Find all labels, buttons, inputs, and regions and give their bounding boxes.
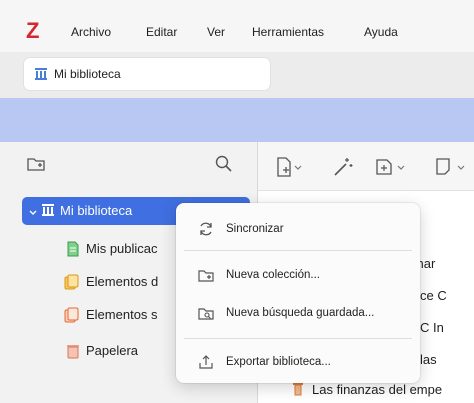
banner-band: [0, 98, 474, 142]
trash-icon: [66, 343, 80, 365]
app-logo: Z: [26, 18, 40, 43]
menu-item-label: Sincronizar: [226, 223, 284, 235]
menu-editar[interactable]: Editar: [146, 25, 177, 39]
my-publications-icon: [66, 241, 80, 263]
tab-label: Mi biblioteca: [54, 67, 121, 81]
menu-item-exportar-biblioteca[interactable]: Exportar biblioteca...: [182, 347, 414, 377]
unfiled-items-icon: [64, 307, 80, 329]
tab-mi-biblioteca[interactable]: Mi biblioteca: [24, 58, 270, 90]
library-icon: [41, 203, 55, 222]
saved-search-icon: [198, 305, 214, 326]
menu-herramientas[interactable]: Herramientas: [252, 25, 324, 39]
menu-separator: [184, 250, 412, 251]
menu-item-label: Nueva búsqueda guardada...: [226, 307, 375, 319]
new-collection-icon: [198, 267, 214, 288]
new-item-icon[interactable]: [276, 156, 304, 178]
menu-item-nueva-coleccion[interactable]: Nueva colección...: [182, 260, 414, 290]
tree-item-label: Elementos d: [86, 274, 159, 289]
item-title: Las finanzas del empe: [312, 382, 443, 397]
item-title-fragment: ce C: [420, 288, 447, 303]
tree-item-label: Mi biblioteca: [60, 203, 133, 218]
context-menu: Sincronizar Nueva colección... Nueva bús…: [176, 203, 420, 383]
tab-bar: Mi biblioteca: [0, 52, 474, 98]
menu-item-label: Nueva colección...: [226, 269, 320, 281]
menu-archivo[interactable]: Archivo: [71, 25, 111, 39]
menubar: Z Archivo Editar Ver Herramientas Ayuda: [0, 0, 474, 52]
app-window: Z Archivo Editar Ver Herramientas Ayuda …: [0, 0, 474, 403]
duplicate-items-icon: [64, 274, 80, 296]
new-note-icon[interactable]: [374, 156, 408, 178]
new-collection-icon[interactable]: [26, 154, 46, 174]
item-title-fragment: C In: [420, 320, 444, 335]
tree-item-label: Mis publicac: [86, 241, 158, 256]
menu-separator: [184, 338, 412, 339]
tree-item-label: Papelera: [86, 343, 139, 358]
menu-item-sincronizar[interactable]: Sincronizar: [182, 214, 414, 244]
attachment-icon[interactable]: [434, 156, 474, 178]
sync-icon: [198, 221, 214, 242]
items-toolbar: [258, 142, 474, 191]
menu-item-nueva-busqueda-guardada[interactable]: Nueva búsqueda guardada...: [182, 298, 414, 328]
chevron-down-icon[interactable]: [28, 205, 38, 223]
library-icon: [34, 67, 48, 86]
menu-ver[interactable]: Ver: [207, 25, 225, 39]
book-icon: [292, 382, 304, 402]
magic-wand-icon[interactable]: [332, 156, 354, 178]
export-icon: [198, 354, 214, 375]
tree-item-label: Elementos s: [86, 307, 158, 322]
search-icon[interactable]: [214, 154, 234, 174]
menu-ayuda[interactable]: Ayuda: [364, 25, 398, 39]
item-title-fragment: las: [420, 352, 437, 367]
menu-item-label: Exportar biblioteca...: [226, 356, 331, 368]
table-row[interactable]: Las finanzas del empe: [258, 380, 474, 400]
